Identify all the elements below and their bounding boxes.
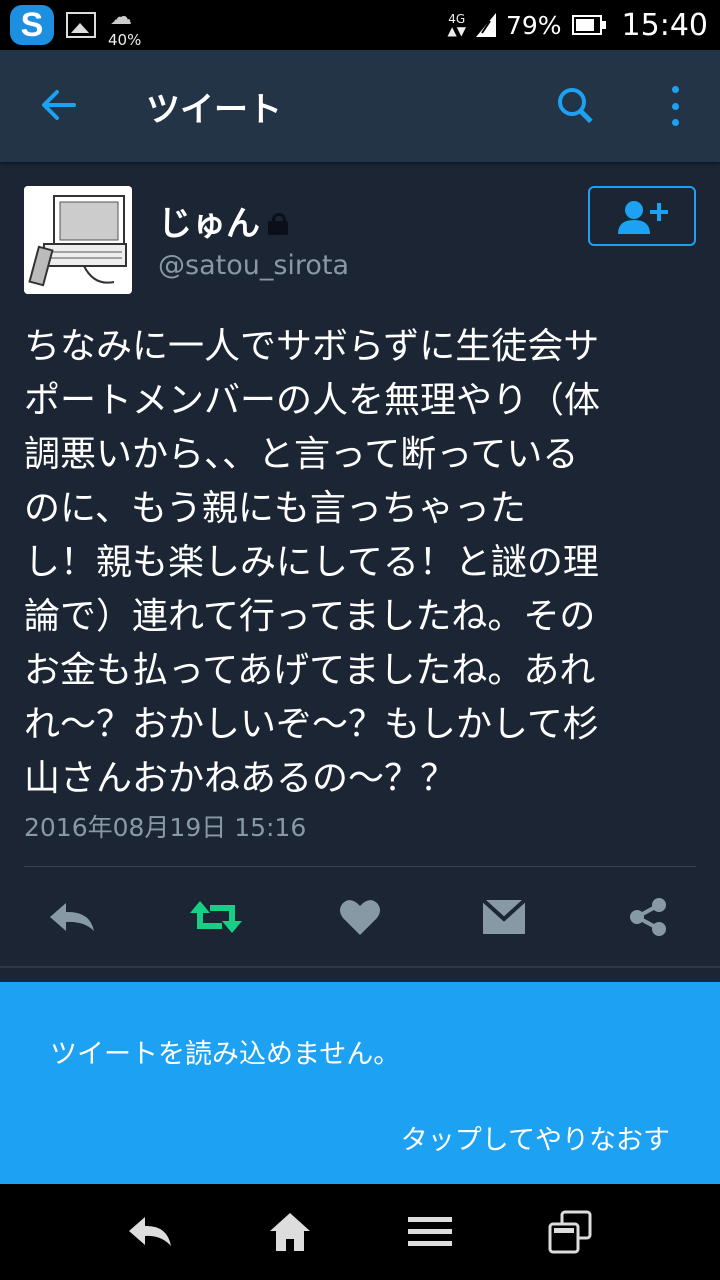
retry-button[interactable]: タップしてやりなおす [401,1118,670,1157]
load-error-banner[interactable]: ツイートを読み込めません。 タップしてやりなおす [0,982,720,1184]
app-bar: ツイート [0,50,720,162]
lock-icon [268,212,288,235]
search-icon[interactable] [552,80,598,130]
page-title: ツイート [146,90,282,130]
back-arrow-icon[interactable] [34,80,84,130]
system-nav-bar [0,1184,720,1280]
tweet-actions [0,880,720,954]
network-icon: 4G ▲▼ [447,12,466,38]
network-type: 4G [448,12,466,26]
battery-icon [571,15,606,35]
image-icon [66,12,96,38]
notification-icons: S ☁ 40% [10,4,158,49]
share-icon[interactable] [620,892,676,942]
more-options-icon[interactable] [660,86,690,126]
user-handle[interactable]: @satou_sirota [158,250,349,281]
error-message: ツイートを読み込めません。 [50,1039,401,1070]
follow-button[interactable] [588,186,696,246]
retweet-icon[interactable] [188,892,244,942]
like-icon[interactable] [332,892,388,942]
avatar[interactable] [24,186,132,294]
menu-icon[interactable] [400,1202,460,1262]
system-status: 4G ▲▼ 79% 15:40 [447,0,708,50]
tweet-timestamp: 2016年08月19日 15:16 [24,813,307,842]
tweet-text: ちなみに一人でサボらずに生徒会サ ポートメンバーの人を無理やり（体 調悪いから、… [24,326,601,799]
status-bar: S ☁ 40% 4G ▲▼ 79% 15:40 [0,0,720,50]
back-icon[interactable] [120,1202,180,1262]
message-icon[interactable] [476,892,532,942]
divider [24,866,696,867]
reply-icon[interactable] [44,892,100,942]
display-name[interactable]: じゅん [158,196,260,245]
divider [0,966,720,968]
weather-percent: 40% [108,31,142,49]
battery-percent: 79% [505,10,562,40]
recent-apps-icon[interactable] [540,1202,600,1262]
signal-icon [475,13,496,37]
home-icon[interactable] [260,1202,320,1262]
add-user-icon [618,201,668,234]
clock: 15:40 [621,7,708,43]
s-app-icon: S [10,5,54,45]
weather-icon: ☁ 40% [108,5,142,49]
user-name[interactable]: じゅん [158,196,288,245]
